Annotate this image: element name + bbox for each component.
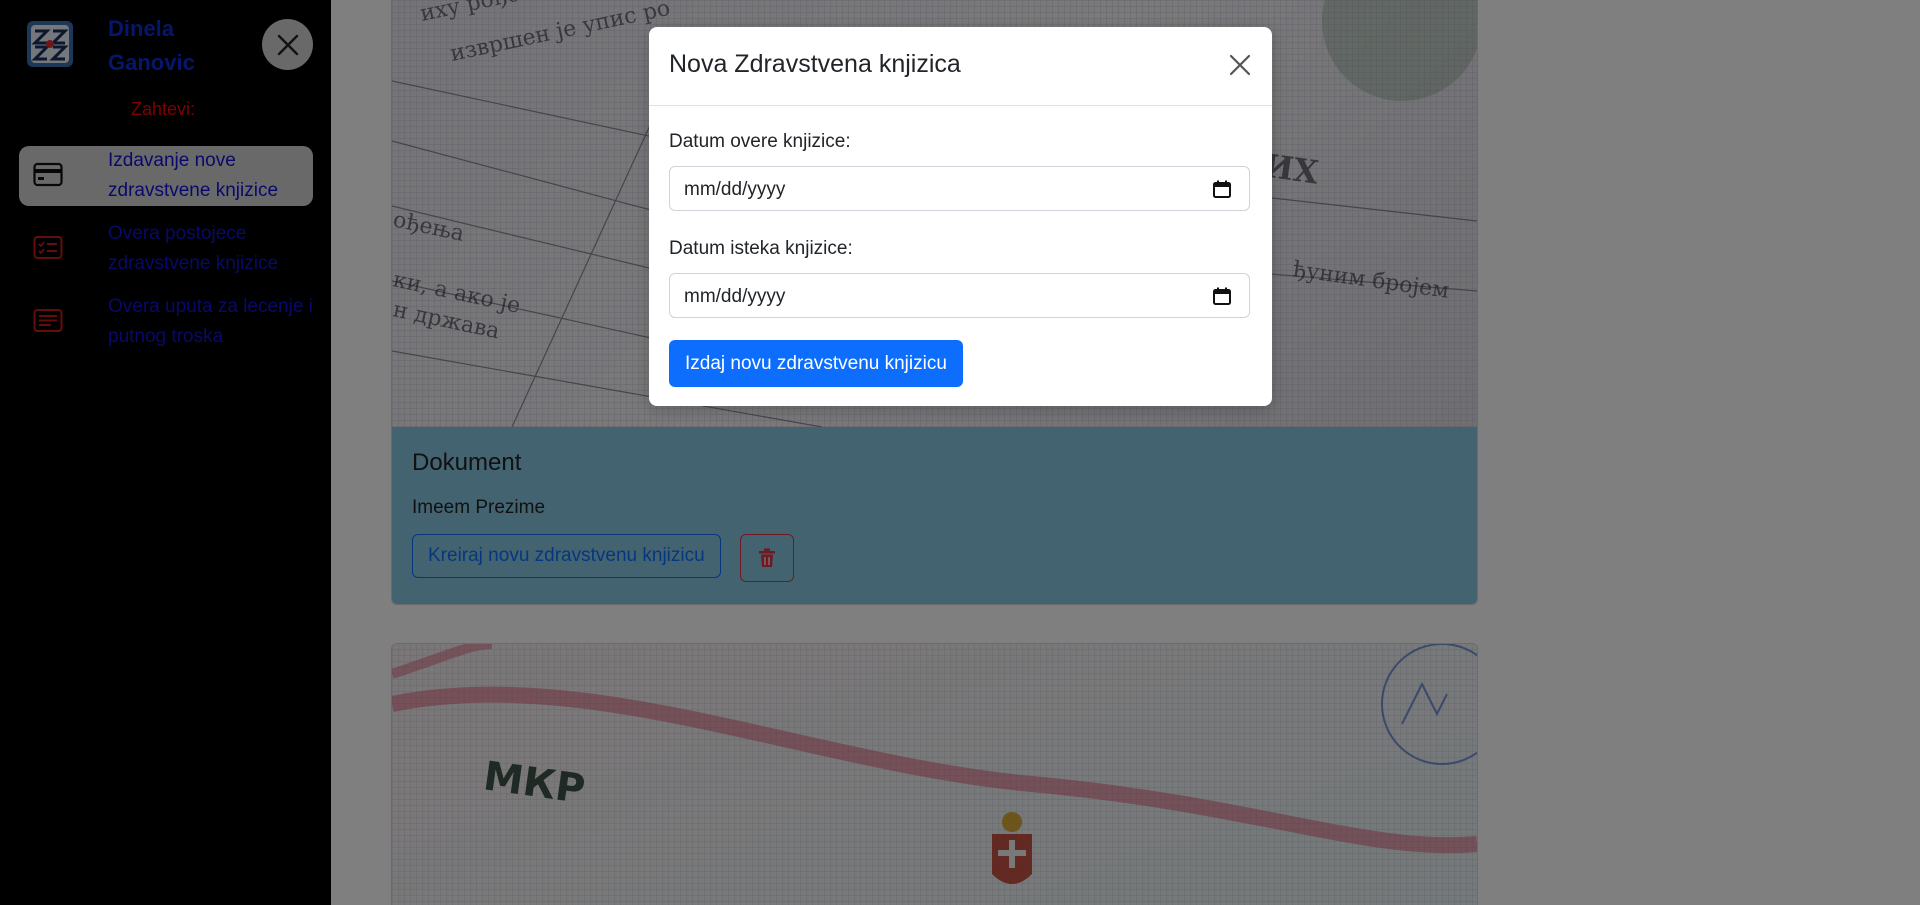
expiry-date-label: Datum isteka knjizice:	[669, 238, 853, 259]
certification-date-input[interactable]: mm/dd/yyyy	[669, 166, 1250, 211]
date-input-value: mm/dd/yyyy	[684, 179, 786, 200]
new-health-card-modal: Nova Zdravstvena knjizica Datum overe kn…	[649, 27, 1272, 406]
expiry-date-input[interactable]: mm/dd/yyyy	[669, 273, 1250, 318]
close-icon	[1229, 54, 1251, 76]
certification-date-label: Datum overe knjizice:	[669, 131, 851, 152]
modal-close-button[interactable]	[1225, 50, 1255, 80]
calendar-icon[interactable]	[1213, 287, 1231, 310]
calendar-icon[interactable]	[1213, 180, 1231, 203]
date-input-value: mm/dd/yyyy	[684, 286, 786, 307]
modal-header: Nova Zdravstvena knjizica	[649, 27, 1272, 106]
issue-health-card-button[interactable]: Izdaj novu zdravstvenu knjizicu	[669, 340, 963, 387]
modal-title: Nova Zdravstvena knjizica	[669, 50, 961, 78]
